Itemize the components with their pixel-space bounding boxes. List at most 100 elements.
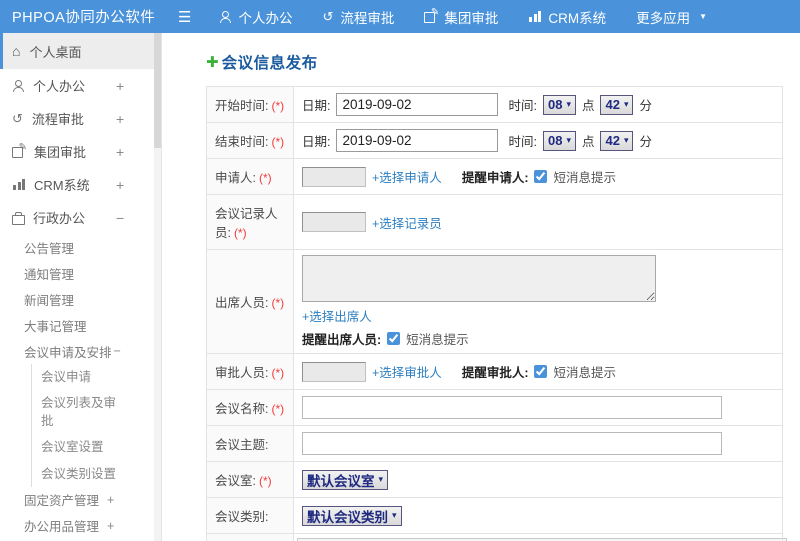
sms-label: 短消息提示: [553, 171, 616, 185]
start-hour-select[interactable]: 08: [542, 94, 576, 115]
nav-crm-system[interactable]: CRM系统: [528, 7, 606, 27]
applicant-sms-checkbox[interactable]: [534, 170, 548, 183]
end-minute-select[interactable]: 42: [600, 130, 634, 151]
end-time-label-cell: 结束时间: (*): [206, 122, 294, 159]
sidebar-item-workflow-approval[interactable]: ↺ 流程审批 +: [0, 102, 161, 135]
sidebar-item-notice-mgmt[interactable]: 通知管理: [0, 260, 161, 286]
minute-suffix: 分: [639, 135, 652, 149]
scrollbar-thumb[interactable]: [154, 33, 161, 148]
sidebar-item-meeting-list-approval[interactable]: 会议列表及审批: [32, 390, 161, 434]
row-recorder: 会议记录人员: (*) +选择记录员: [206, 194, 783, 250]
expand-icon[interactable]: +: [116, 144, 124, 160]
app-brand: PHPOA协同办公软件: [12, 10, 156, 26]
applicant-input[interactable]: [302, 166, 366, 187]
attendees-label-cell: 出席人员: (*): [206, 249, 294, 354]
sidebar-item-personal-office[interactable]: 个人办公 +: [0, 69, 161, 102]
topbar-nav: 个人办公 ↺ 流程审批 集团审批 CRM系统 更多应用 ▼: [219, 7, 707, 27]
edit-icon: [12, 143, 27, 158]
attendees-textarea[interactable]: [302, 255, 656, 302]
expand-icon[interactable]: +: [107, 493, 114, 507]
nav-group-approval[interactable]: 集团审批: [424, 7, 498, 27]
editor-label-cell: [206, 533, 294, 541]
collapse-icon[interactable]: −: [114, 344, 121, 358]
sidebar-item-label: 会议申请: [41, 370, 92, 384]
expand-icon[interactable]: +: [116, 111, 124, 127]
sidebar-item-crm-system[interactable]: CRM系统 +: [0, 168, 161, 201]
sms-label: 短消息提示: [553, 366, 616, 380]
sms-label: 短消息提示: [406, 333, 469, 347]
choose-approver-link[interactable]: +选择审批人: [372, 362, 442, 381]
attendees-sms-checkbox[interactable]: [387, 332, 401, 345]
choose-attendees-link[interactable]: +选择出席人: [302, 306, 372, 325]
sidebar-item-events-mgmt[interactable]: 大事记管理: [0, 312, 161, 338]
page-title-text: 会议信息发布: [221, 55, 318, 72]
main-content: ✚ 会议信息发布 开始时间:(*) 日期: 时间: 08 点 42 分: [162, 33, 800, 541]
start-minute-select[interactable]: 42: [600, 94, 634, 115]
row-end-time: 结束时间:(*) 日期: 时间: 08 点 42 分: [206, 122, 783, 159]
expand-icon[interactable]: +: [116, 177, 124, 193]
chart-icon: [528, 11, 542, 22]
row-meeting-type: 会议类别: 默认会议类别: [206, 497, 783, 534]
sidebar-item-meeting-apply[interactable]: 会议申请: [32, 364, 161, 390]
menu-icon[interactable]: ☰: [178, 8, 191, 26]
approver-input[interactable]: [302, 361, 366, 382]
nav-workflow-approval[interactable]: ↺ 流程审批: [322, 7, 394, 27]
expand-icon[interactable]: +: [107, 519, 114, 533]
choose-applicant-link[interactable]: +选择申请人: [372, 167, 442, 186]
sidebar-item-label: 集团审批: [34, 145, 87, 160]
recorder-label-cell: 会议记录人员: (*): [206, 194, 294, 250]
sidebar-item-admin-office[interactable]: 行政办公 −: [0, 201, 161, 234]
meeting-type-select[interactable]: 默认会议类别: [302, 505, 402, 526]
nav-personal-office[interactable]: 个人办公: [219, 7, 292, 27]
required-mark: (*): [271, 135, 285, 149]
page-title: ✚ 会议信息发布: [206, 51, 800, 73]
remind-applicant-label: 提醒申请人:: [461, 171, 529, 185]
remind-approver-label: 提醒审批人:: [461, 366, 529, 380]
sidebar-item-meeting-type-settings[interactable]: 会议类别设置: [32, 461, 161, 487]
sidebar-item-meeting-room-settings[interactable]: 会议室设置: [32, 434, 161, 460]
expand-icon[interactable]: +: [116, 78, 124, 94]
plus-icon: ✚: [206, 54, 219, 71]
applicant-label-cell: 申请人: (*): [206, 158, 294, 195]
nav-label: CRM系统: [548, 10, 607, 26]
recorder-input[interactable]: [302, 212, 366, 232]
choose-recorder-link[interactable]: +选择记录员: [372, 213, 442, 232]
required-mark: (*): [271, 296, 285, 310]
sidebar-item-announcement-mgmt[interactable]: 公告管理: [0, 234, 161, 260]
sidebar-scrollbar[interactable]: [154, 33, 161, 541]
sidebar-item-personal-desktop[interactable]: ⌂ 个人桌面: [0, 33, 161, 69]
time-label: 时间:: [508, 135, 537, 149]
edit-icon: [424, 8, 439, 23]
meeting-topic-input[interactable]: [302, 432, 722, 455]
end-hour-select[interactable]: 08: [542, 130, 576, 151]
sidebar-item-office-supplies[interactable]: 办公用品管理 +: [0, 513, 161, 539]
time-label: 时间:: [508, 99, 537, 113]
sidebar-item-meeting-request[interactable]: 会议申请及安排 −: [0, 338, 161, 364]
meeting-submenu: 会议申请 会议列表及审批 会议室设置 会议类别设置: [31, 364, 161, 487]
collapse-icon[interactable]: −: [116, 210, 124, 226]
minute-suffix: 分: [639, 99, 652, 113]
start-date-input[interactable]: [336, 93, 499, 116]
nav-more-apps[interactable]: 更多应用 ▼: [636, 7, 707, 27]
meeting-room-select[interactable]: 默认会议室: [302, 469, 389, 490]
required-mark: (*): [258, 474, 272, 488]
sidebar-item-label: 会议列表及审批: [41, 396, 117, 429]
chart-icon: [12, 179, 25, 190]
user-icon: [219, 10, 232, 23]
briefcase-icon: [12, 212, 25, 225]
required-mark: (*): [258, 171, 272, 185]
remind-attendees-label: 提醒出席人员:: [302, 333, 382, 347]
workflow-icon: ↺: [322, 9, 334, 24]
sidebar-item-label: CRM系统: [34, 178, 90, 193]
user-icon: [12, 79, 24, 92]
sidebar-item-news-mgmt[interactable]: 新闻管理: [0, 286, 161, 312]
required-mark: (*): [271, 402, 285, 416]
meeting-name-input[interactable]: [302, 396, 722, 419]
hour-suffix: 点: [581, 99, 595, 113]
nav-label: 更多应用: [636, 10, 691, 26]
approver-sms-checkbox[interactable]: [534, 365, 548, 378]
sidebar-item-group-approval[interactable]: 集团审批 +: [0, 135, 161, 168]
sidebar-item-label: 流程审批: [31, 112, 84, 127]
end-date-input[interactable]: [336, 129, 499, 152]
sidebar-item-fixed-assets[interactable]: 固定资产管理 +: [0, 487, 161, 513]
